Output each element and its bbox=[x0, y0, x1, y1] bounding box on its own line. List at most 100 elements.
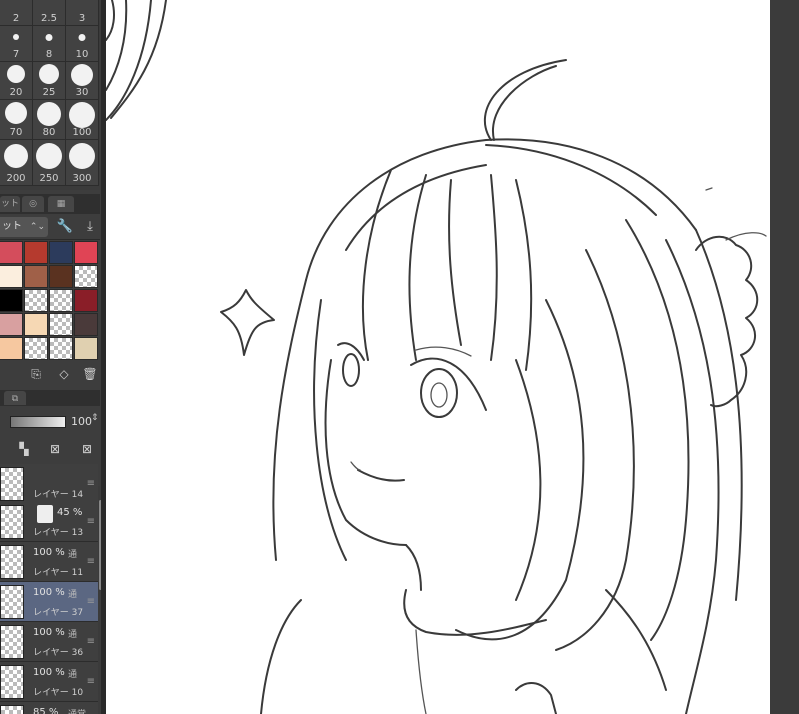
drag-handle-icon[interactable]: ≡ bbox=[87, 556, 95, 567]
color-swatch[interactable] bbox=[74, 313, 98, 336]
color-swatch[interactable] bbox=[0, 337, 23, 360]
layer-row[interactable]: 100 % 通レイヤー 10 ≡ bbox=[0, 662, 98, 702]
stepper-icon[interactable]: ⇕ bbox=[91, 413, 99, 423]
color-swatch[interactable] bbox=[74, 241, 98, 264]
color-swatch[interactable] bbox=[0, 265, 23, 288]
tab-color-grid[interactable]: ▦ bbox=[48, 196, 74, 212]
clip-icon[interactable]: ⊠ bbox=[46, 440, 64, 458]
wrench-icon[interactable]: 🔧 bbox=[56, 218, 74, 236]
color-swatch[interactable] bbox=[0, 289, 23, 312]
import-icon[interactable]: ⤓ bbox=[81, 218, 99, 236]
hair-line bbox=[515, 359, 542, 601]
drag-handle-icon[interactable]: ≡ bbox=[87, 516, 95, 527]
brush-size-label: 2.5 bbox=[41, 13, 57, 24]
brush-size-cell[interactable]: 2.5 bbox=[33, 0, 66, 26]
brush-size-cell[interactable]: 20 bbox=[0, 62, 33, 100]
pupil-right bbox=[430, 382, 448, 408]
layer-blend-mode: 通常 bbox=[68, 707, 86, 714]
tab-color-wheel[interactable]: ◎ bbox=[22, 196, 44, 212]
color-swatch[interactable] bbox=[24, 241, 48, 264]
eye-right bbox=[420, 368, 458, 418]
drag-handle-icon[interactable]: ≡ bbox=[87, 596, 95, 607]
colorset-select[interactable]: ット ⌃⌄ bbox=[0, 217, 48, 237]
layer-row[interactable]: 100 % 通レイヤー 36 ≡ bbox=[0, 622, 98, 662]
drag-handle-icon[interactable]: ≡ bbox=[87, 676, 95, 687]
brush-dot-icon bbox=[37, 102, 61, 126]
brush-dot-icon bbox=[4, 144, 28, 168]
brush-size-cell[interactable]: 3 bbox=[66, 0, 99, 26]
drag-handle-icon[interactable]: ≡ bbox=[87, 478, 95, 489]
layer-opacity: 45 % bbox=[57, 507, 83, 518]
layer-row[interactable]: 85 %通常≡ bbox=[0, 702, 98, 714]
color-swatch[interactable] bbox=[0, 313, 23, 336]
color-swatch[interactable] bbox=[74, 337, 98, 360]
brush-size-palette: 2 2.5 3 7 8 10 20 25 30 70 80 100 200 250 300 bbox=[0, 0, 100, 190]
tab-colorset[interactable]: ット bbox=[0, 196, 20, 212]
brush-size-cell[interactable]: 80 bbox=[33, 100, 66, 140]
brush-dot-icon bbox=[71, 64, 93, 86]
hair-line bbox=[305, 138, 697, 281]
lock-icon[interactable]: ⊠ bbox=[78, 440, 96, 458]
brush-size-cell[interactable]: 8 bbox=[33, 26, 66, 62]
brush-dot-icon bbox=[69, 102, 95, 128]
brush-size-cell[interactable]: 7 bbox=[0, 26, 33, 62]
brow-line bbox=[415, 346, 472, 357]
hair-line bbox=[695, 229, 743, 601]
brush-size-label: 25 bbox=[42, 87, 56, 98]
collar-line bbox=[403, 589, 547, 636]
brush-size-cell[interactable]: 25 bbox=[33, 62, 66, 100]
layer-opacity: 85 % bbox=[33, 707, 59, 714]
sketch-line bbox=[106, 0, 115, 41]
layer-thumbnail bbox=[0, 467, 24, 501]
drawing-canvas[interactable] bbox=[106, 0, 770, 714]
layer-row[interactable]: 100 % 通レイヤー 11 ≡ bbox=[0, 542, 98, 582]
trash-icon[interactable]: 🗑 bbox=[81, 365, 99, 383]
layer-opacity-row: 100 ⇕ bbox=[0, 408, 100, 436]
sparkle-shape bbox=[220, 289, 275, 356]
hair-line bbox=[725, 232, 767, 241]
opacity-slider[interactable] bbox=[10, 416, 66, 428]
hair-line bbox=[515, 179, 533, 371]
layer-row[interactable]: 100 % 通レイヤー 37 ≡ bbox=[0, 582, 98, 622]
color-swatch[interactable] bbox=[49, 313, 73, 336]
fill-drop-icon[interactable]: ◇ bbox=[55, 365, 73, 383]
color-swatch[interactable] bbox=[49, 241, 73, 264]
brush-size-label: 70 bbox=[9, 127, 23, 138]
color-swatch[interactable] bbox=[24, 337, 48, 360]
color-swatch[interactable] bbox=[49, 265, 73, 288]
brush-size-cell[interactable]: 100 bbox=[66, 100, 99, 140]
color-swatch[interactable] bbox=[49, 289, 73, 312]
color-swatch[interactable] bbox=[74, 265, 98, 288]
layer-blend-mode: 通 bbox=[68, 630, 78, 640]
drag-handle-icon[interactable]: ≡ bbox=[87, 636, 95, 647]
colorset-select-label: ット bbox=[2, 221, 22, 232]
color-swatch[interactable] bbox=[24, 313, 48, 336]
brush-size-label: 7 bbox=[12, 49, 20, 60]
color-swatch[interactable] bbox=[0, 241, 23, 264]
add-swatch-icon[interactable]: ⎘ bbox=[27, 365, 45, 383]
layer-row[interactable]: 45 % レイヤー 13 ≡ bbox=[0, 502, 98, 542]
layer-name: レイヤー 11 bbox=[33, 568, 84, 578]
hair-tie bbox=[695, 235, 759, 408]
brush-size-cell[interactable]: 200 bbox=[0, 140, 33, 186]
sketch-drawing bbox=[106, 0, 767, 714]
color-swatch[interactable] bbox=[24, 289, 48, 312]
layer-thumbnail bbox=[0, 545, 24, 579]
tab-layer[interactable]: ⧉ bbox=[4, 391, 26, 405]
color-swatch[interactable] bbox=[74, 289, 98, 312]
opacity-value[interactable]: 100 bbox=[71, 415, 92, 428]
brush-size-cell[interactable]: 30 bbox=[66, 62, 99, 100]
brush-size-cell[interactable]: 10 bbox=[66, 26, 99, 62]
sketch-line bbox=[106, 0, 152, 121]
reference-icon[interactable]: ▚ bbox=[15, 440, 33, 458]
eye-line bbox=[337, 342, 365, 361]
brush-size-cell[interactable]: 300 bbox=[66, 140, 99, 186]
brush-size-cell[interactable]: 70 bbox=[0, 100, 33, 140]
layer-opacity: 100 % bbox=[33, 627, 65, 638]
color-swatch[interactable] bbox=[49, 337, 73, 360]
brush-size-cell[interactable]: 250 bbox=[33, 140, 66, 186]
layer-row[interactable]: レイヤー 14 ≡ bbox=[0, 464, 98, 504]
brush-size-cell[interactable]: 2 bbox=[0, 0, 33, 26]
button-line bbox=[515, 682, 557, 714]
color-swatch[interactable] bbox=[24, 265, 48, 288]
